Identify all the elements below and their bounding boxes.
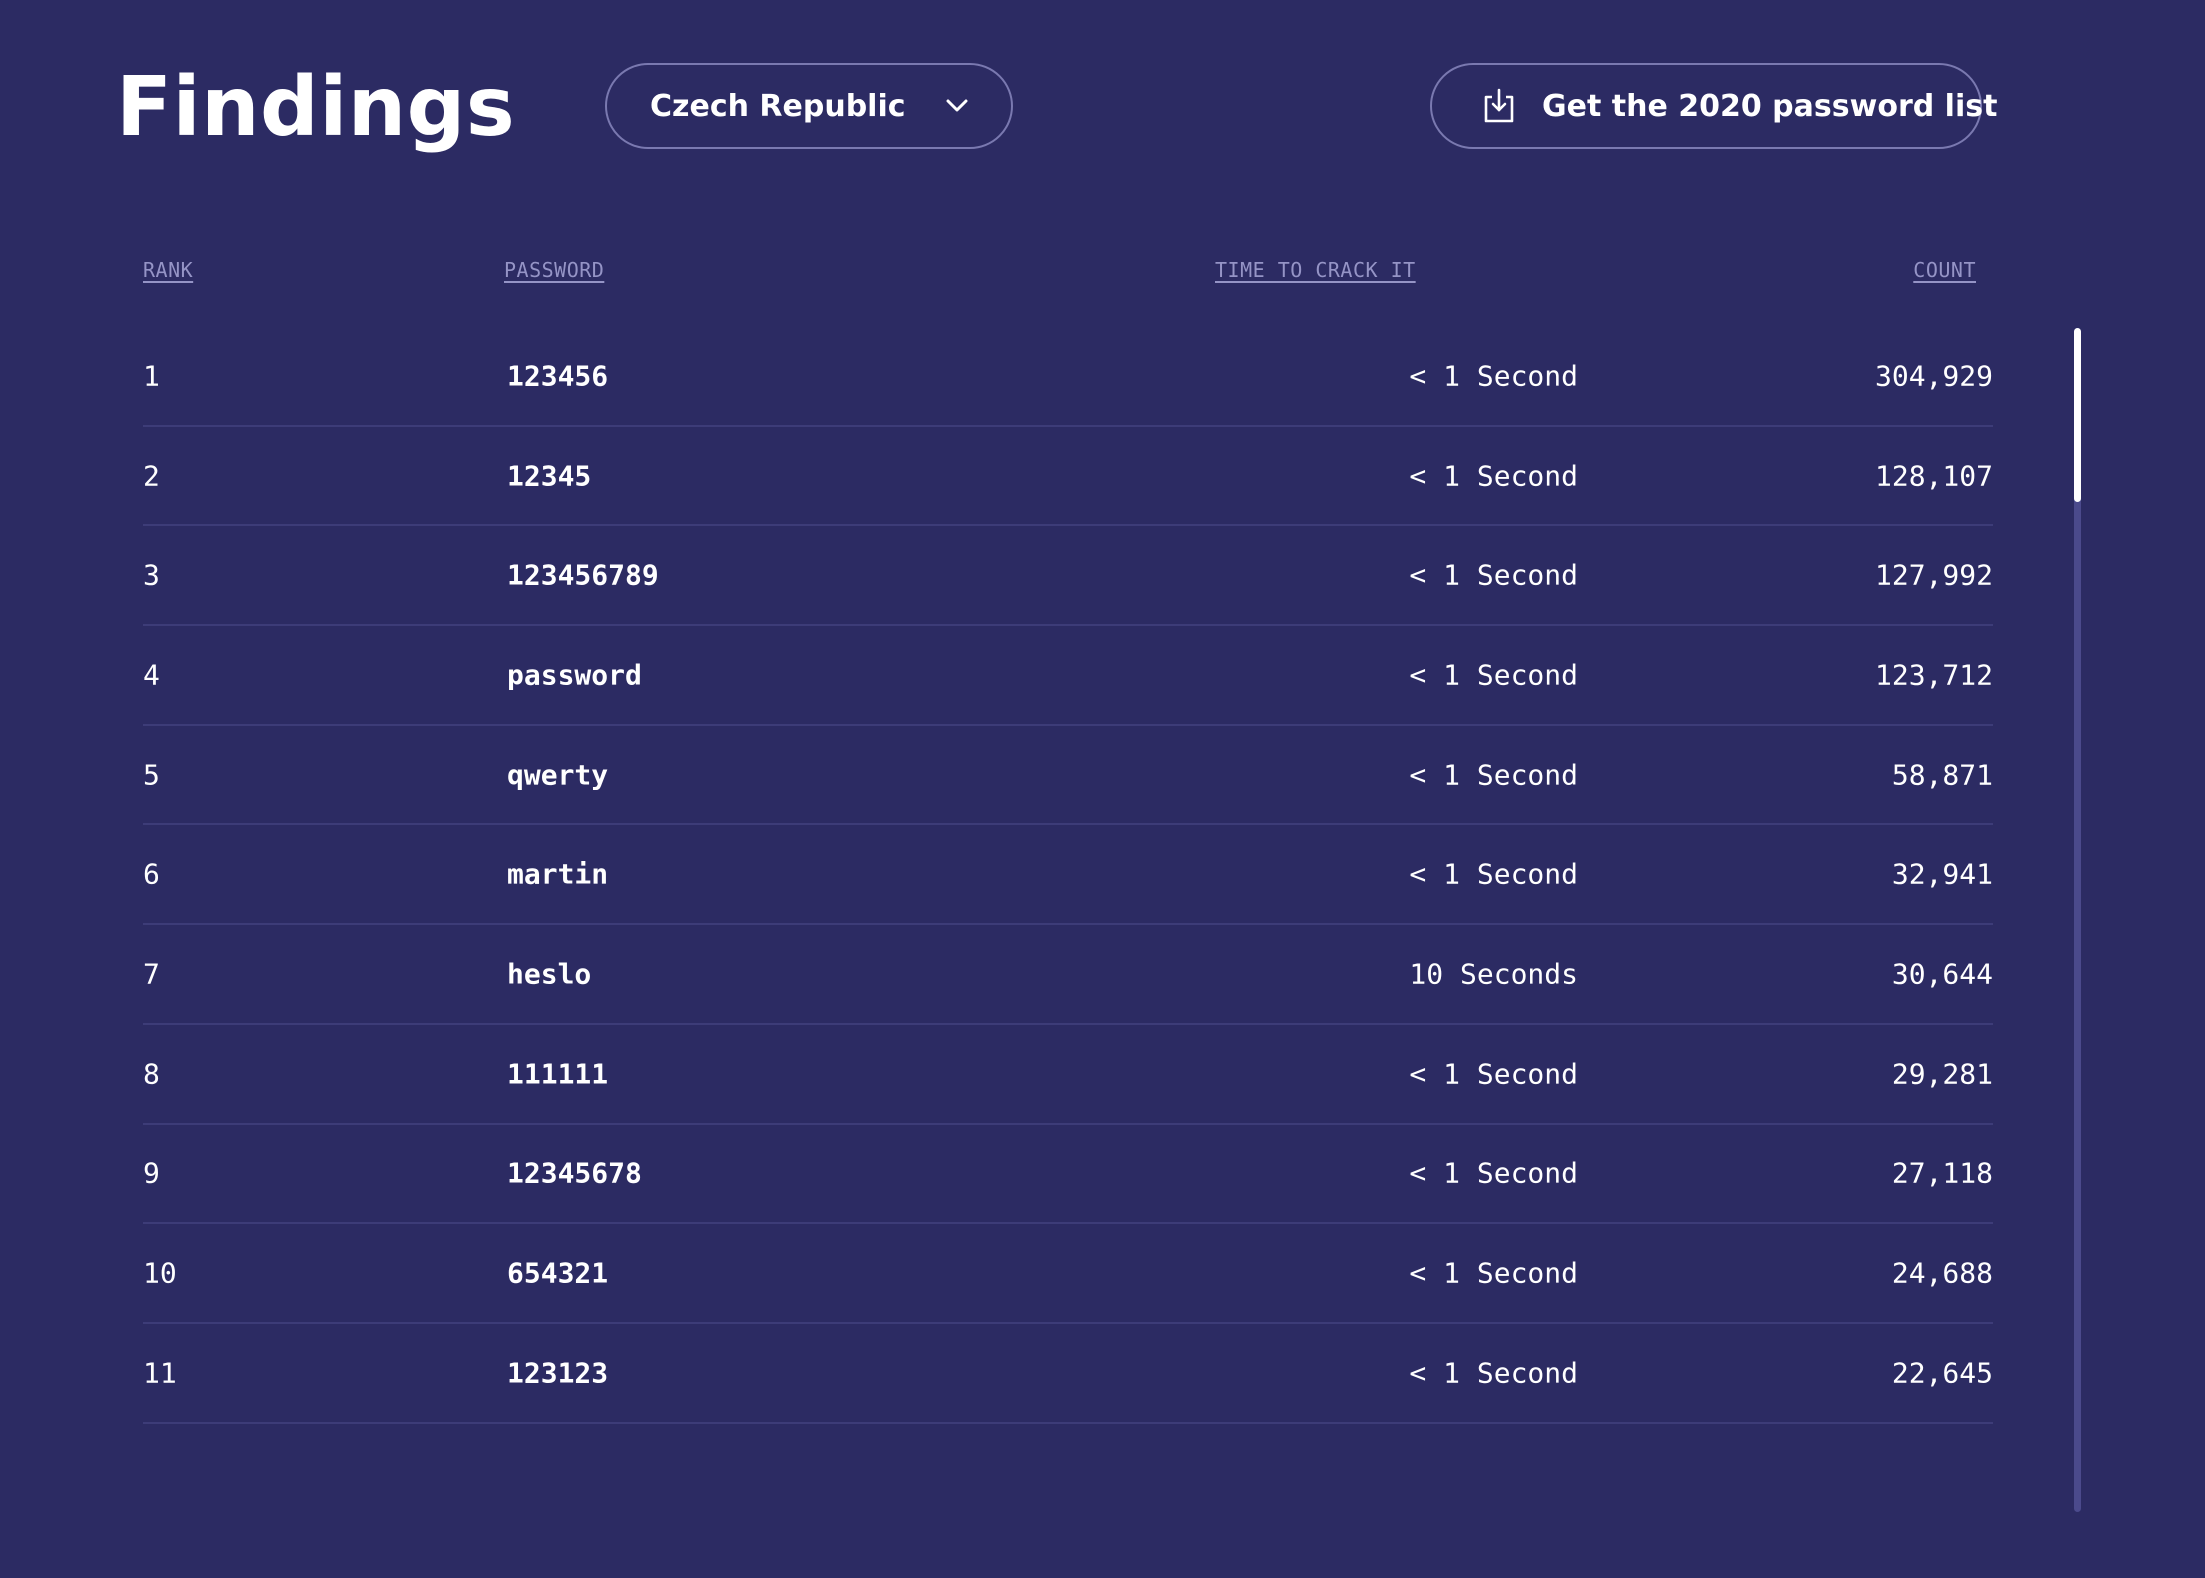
time-to-crack-cell: < 1 Second xyxy=(1409,459,1578,493)
scrollbar-thumb[interactable] xyxy=(2074,328,2081,502)
column-header-password[interactable]: PASSWORD xyxy=(504,258,604,282)
table-row: 1 123456 < 1 Second 304,929 xyxy=(143,327,1993,427)
password-cell: 12345678 xyxy=(507,1156,642,1190)
password-cell: 12345 xyxy=(507,459,592,493)
table-row: 3 123456789 < 1 Second 127,992 xyxy=(143,526,1993,627)
table-row: 11 123123 < 1 Second 22,645 xyxy=(143,1324,1993,1424)
count-cell: 58,871 xyxy=(1891,758,1993,792)
time-to-crack-cell: < 1 Second xyxy=(1409,857,1578,891)
count-cell: 32,941 xyxy=(1891,857,1993,891)
rank-cell: 6 xyxy=(143,857,160,891)
scrollbar[interactable] xyxy=(2074,328,2081,1512)
count-cell: 22,645 xyxy=(1891,1356,1993,1390)
rank-cell: 3 xyxy=(143,558,160,592)
password-cell: qwerty xyxy=(507,758,609,792)
time-to-crack-cell: 10 Seconds xyxy=(1409,957,1578,991)
country-select-value: Czech Republic xyxy=(650,88,906,124)
rank-cell: 5 xyxy=(143,758,160,792)
download-icon xyxy=(1482,86,1516,126)
password-cell: 123123 xyxy=(507,1356,609,1390)
count-cell: 24,688 xyxy=(1891,1256,1993,1290)
table-row: 6 martin < 1 Second 32,941 xyxy=(143,825,1993,926)
password-cell: 654321 xyxy=(507,1256,609,1290)
time-to-crack-cell: < 1 Second xyxy=(1409,1356,1578,1390)
count-cell: 123,712 xyxy=(1874,658,1993,692)
password-cell: password xyxy=(507,658,642,692)
password-cell: heslo xyxy=(507,957,592,991)
chevron-down-icon xyxy=(943,92,971,120)
rank-cell: 10 xyxy=(143,1256,177,1290)
table-row: 9 12345678 < 1 Second 27,118 xyxy=(143,1125,1993,1225)
count-cell: 29,281 xyxy=(1891,1057,1993,1091)
rank-cell: 4 xyxy=(143,658,160,692)
column-header-count[interactable]: COUNT xyxy=(1913,258,1976,282)
column-header-rank[interactable]: RANK xyxy=(143,258,193,282)
password-cell: martin xyxy=(507,857,609,891)
password-cell: 123456 xyxy=(507,359,609,393)
time-to-crack-cell: < 1 Second xyxy=(1409,758,1578,792)
rank-cell: 2 xyxy=(143,459,160,493)
table-row: 4 password < 1 Second 123,712 xyxy=(143,626,1993,726)
table-row: 2 12345 < 1 Second 128,107 xyxy=(143,427,1993,527)
password-cell: 123456789 xyxy=(507,558,659,592)
time-to-crack-cell: < 1 Second xyxy=(1409,1057,1578,1091)
count-cell: 30,644 xyxy=(1891,957,1993,991)
download-button-label: Get the 2020 password list xyxy=(1542,88,1998,124)
table-row: 10 654321 < 1 Second 24,688 xyxy=(143,1224,1993,1324)
password-cell: 111111 xyxy=(507,1057,609,1091)
count-cell: 127,992 xyxy=(1874,558,1993,592)
download-password-list-button[interactable]: Get the 2020 password list xyxy=(1430,63,1997,149)
rank-cell: 9 xyxy=(143,1156,160,1190)
page-title: Findings xyxy=(116,60,516,155)
rank-cell: 11 xyxy=(143,1356,177,1390)
count-cell: 27,118 xyxy=(1891,1156,1993,1190)
time-to-crack-cell: < 1 Second xyxy=(1409,1256,1578,1290)
table-row: 5 qwerty < 1 Second 58,871 xyxy=(143,726,1993,826)
count-cell: 304,929 xyxy=(1874,359,1993,393)
table-row: 7 heslo 10 Seconds 30,644 xyxy=(143,925,1993,1025)
time-to-crack-cell: < 1 Second xyxy=(1409,359,1578,393)
time-to-crack-cell: < 1 Second xyxy=(1409,658,1578,692)
time-to-crack-cell: < 1 Second xyxy=(1409,558,1578,592)
table-header: RANK PASSWORD TIME TO CRACK IT COUNT xyxy=(143,252,1993,288)
password-table-body[interactable]: 1 123456 < 1 Second 304,929 2 12345 < 1 … xyxy=(143,327,1993,1487)
time-to-crack-cell: < 1 Second xyxy=(1409,1156,1578,1190)
country-select[interactable]: Czech Republic xyxy=(605,63,1013,149)
column-header-time-to-crack[interactable]: TIME TO CRACK IT xyxy=(1215,258,1416,282)
rank-cell: 7 xyxy=(143,957,160,991)
count-cell: 128,107 xyxy=(1874,459,1993,493)
rank-cell: 1 xyxy=(143,359,160,393)
rank-cell: 8 xyxy=(143,1057,160,1091)
table-row: 8 111111 < 1 Second 29,281 xyxy=(143,1025,1993,1125)
